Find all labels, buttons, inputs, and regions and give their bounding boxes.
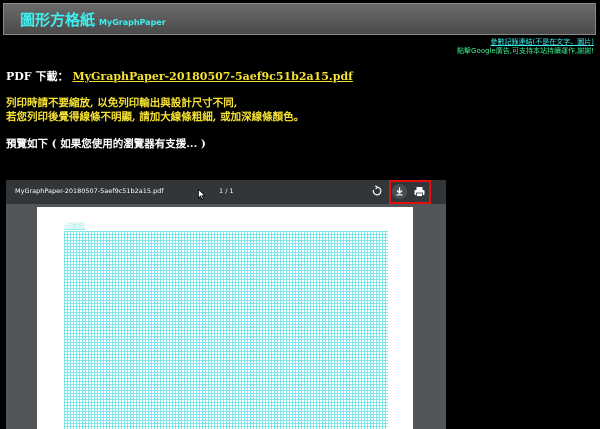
paper-label: 沾圖紙 xyxy=(64,222,85,230)
preview-caption: 預覽如下 ( 如果您使用的瀏覽器有支援... ) xyxy=(6,138,206,150)
graph-paper-grid xyxy=(64,231,388,429)
print-icon[interactable] xyxy=(412,184,427,199)
print-warning-line-1: 列印時請不要縮放, 以免列印輸出與設計尺寸不同, xyxy=(6,97,238,109)
pdf-page: 沾圖紙 xyxy=(37,207,413,429)
pdf-viewer-toolbar: MyGraphPaper-20180507-5aef9c51b2a15.pdf … xyxy=(6,180,446,204)
mouse-cursor-icon xyxy=(198,189,206,200)
print-warning-line-2: 若您列印後覺得線條不明顯, 請加大線條粗細, 或加深線條顏色。 xyxy=(6,111,305,123)
reference-links: 參數記錄連結(不是在文字、圖片) 點擊Google廣告,可支持本站持續運作,謝謝… xyxy=(457,38,594,56)
site-title-text: 圖形方格紙 xyxy=(20,11,96,29)
parameter-record-link[interactable]: 參數記錄連結(不是在文字、圖片) xyxy=(457,38,594,47)
pdf-page-indicator: 1 / 1 xyxy=(219,187,234,195)
pdf-viewer-filename: MyGraphPaper-20180507-5aef9c51b2a15.pdf xyxy=(15,187,164,195)
print-warning: 列印時請不要縮放, 以免列印輸出與設計尺寸不同, 若您列印後覺得線條不明顯, 請… xyxy=(6,96,304,124)
site-header: 圖形方格紙 MyGraphPaper xyxy=(3,3,596,35)
pdf-download-line: PDF 下載： MyGraphPaper-20180507-5aef9c51b2a… xyxy=(6,68,353,84)
site-title[interactable]: 圖形方格紙 MyGraphPaper xyxy=(20,9,166,30)
ad-support-note: 點擊Google廣告,可支持本站持續運作,謝謝! xyxy=(457,47,594,55)
download-icon[interactable] xyxy=(392,184,407,199)
pdf-download-link[interactable]: MyGraphPaper-20180507-5aef9c51b2a15.pdf xyxy=(72,70,352,83)
pdf-download-label: PDF 下載： xyxy=(6,70,69,83)
pdf-viewer[interactable]: MyGraphPaper-20180507-5aef9c51b2a15.pdf … xyxy=(6,180,446,429)
site-subtitle: MyGraphPaper xyxy=(99,18,166,27)
rotate-icon[interactable] xyxy=(371,185,383,197)
